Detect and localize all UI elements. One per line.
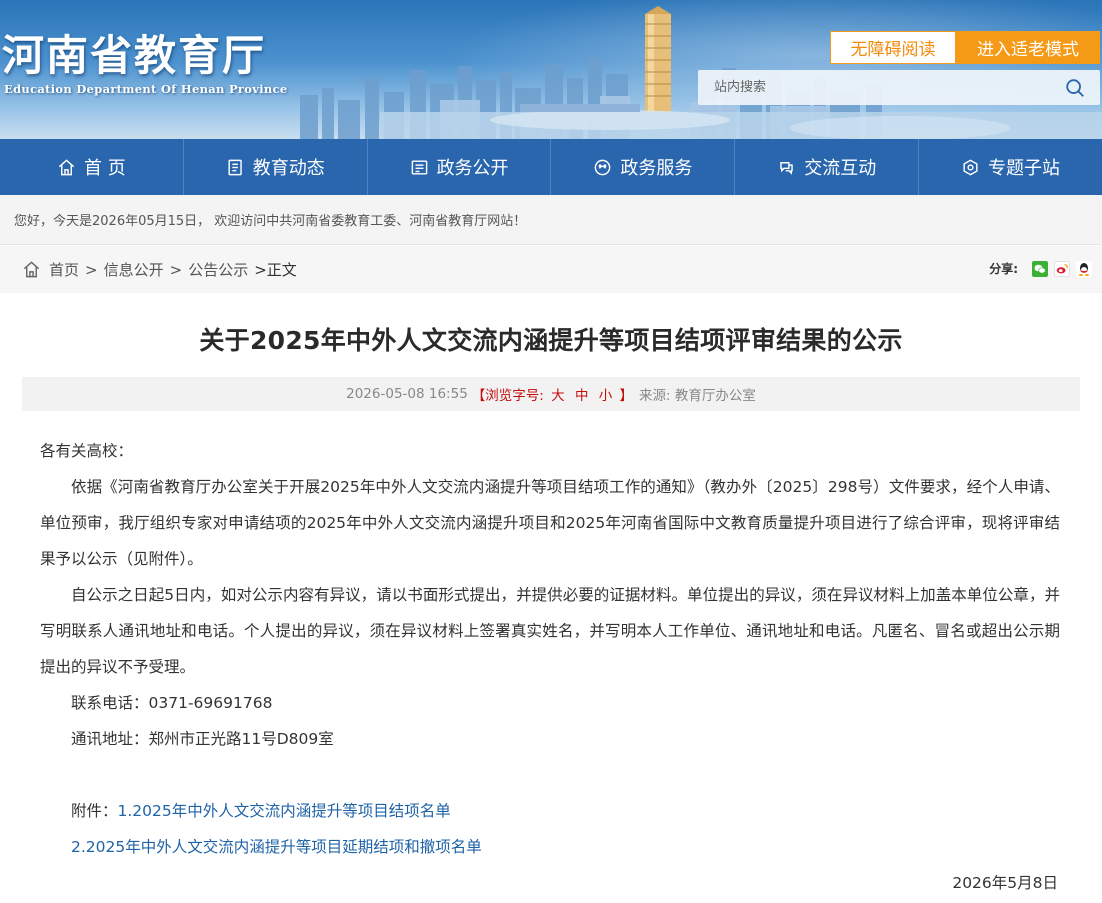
body-paragraph: 自公示之日起5日内，如对公示内容有异议，请以书面形式提出，并提供必要的证据材料。… <box>40 586 1060 676</box>
article-date: 2026-05-08 16:55 <box>346 386 468 402</box>
share-bar: 分享: <box>989 260 1092 277</box>
breadcrumb-current: >正文 <box>254 261 297 279</box>
font-size-suffix: 】 <box>619 388 634 404</box>
home-icon <box>58 158 75 175</box>
home-icon <box>23 261 40 278</box>
breadcrumb-info-open-link[interactable]: 信息公开 <box>104 259 164 280</box>
salutation: 各有关高校： <box>40 442 134 460</box>
search-icon[interactable] <box>1064 77 1086 99</box>
document-icon <box>411 159 427 175</box>
breadcrumb-separator: > <box>169 260 183 279</box>
nav-item-label: 政务公开 <box>436 158 509 179</box>
font-size-medium-button[interactable]: 中 <box>575 388 589 404</box>
nav-item-label: 专题子站 <box>988 158 1061 179</box>
nav-item-label: 教育动态 <box>252 158 325 179</box>
contact-address: 通讯地址：郑州市正光路11号D809室 <box>71 730 334 748</box>
nav-item-label: 交流互动 <box>804 158 877 179</box>
main-nav: 首 页 教育动态 政务公开 政务服务 交流互动 专题子站 <box>0 139 1102 195</box>
welcome-message: 您好，今天是2026年05月15日， 欢迎访问中共河南省委教育工委、河南省教育厅… <box>0 195 1102 245</box>
nav-item-news[interactable]: 教育动态 <box>184 139 368 195</box>
nav-item-home[interactable]: 首 页 <box>0 139 184 195</box>
breadcrumb-home-link[interactable]: 首页 <box>49 259 79 280</box>
nav-item-label: 政务服务 <box>620 158 693 179</box>
site-logo-title: 河南省教育厅 <box>2 31 267 80</box>
nav-item-gov-service[interactable]: 政务服务 <box>551 139 736 195</box>
chat-icon <box>780 161 793 175</box>
breadcrumb-notice-link[interactable]: 公告公示 <box>188 259 248 280</box>
accessibility-reading-button[interactable]: 无障碍阅读 <box>830 31 956 64</box>
attachment-link-2[interactable]: 2.2025年中外人文交流内涵提升等项目延期结项和撤项名单 <box>71 838 482 856</box>
nav-item-topics[interactable]: 专题子站 <box>919 139 1102 195</box>
attachment-link-1[interactable]: 1.2025年中外人文交流内涵提升等项目结项名单 <box>118 802 451 820</box>
body-paragraph: 依据《河南省教育厅办公室关于开展2025年中外人文交流内涵提升等项目结项工作的通… <box>40 478 1060 568</box>
sign-date: 2026年5月8日 <box>952 874 1058 892</box>
article-meta: 2026-05-08 16:55 【浏览字号: 大 中 小 】 来源: 教育厅办… <box>22 377 1080 411</box>
weibo-icon[interactable] <box>1054 260 1070 277</box>
font-size-large-button[interactable]: 大 <box>551 388 565 404</box>
breadcrumb-separator: > <box>85 260 98 279</box>
elder-mode-button[interactable]: 进入适老模式 <box>956 31 1100 64</box>
article-source: 来源: 教育厅办公室 <box>639 388 756 404</box>
search-input[interactable] <box>698 70 1058 105</box>
news-icon <box>228 159 242 175</box>
header-banner: 河南省教育厅 Education Department Of Henan Pro… <box>0 0 1102 139</box>
attachment-line: 2.2025年中外人文交流内涵提升等项目延期结项和撤项名单 <box>40 829 1060 865</box>
topic-icon <box>963 159 978 175</box>
attachment-label: 附件： <box>71 802 118 820</box>
nav-item-gov-open[interactable]: 政务公开 <box>368 139 552 195</box>
breadcrumb: 首页 > 信息公开 > 公告公示 >正文 <box>49 259 297 280</box>
article-body: 各有关高校： 依据《河南省教育厅办公室关于开展2025年中外人文交流内涵提升等项… <box>0 411 1102 901</box>
font-size-small-button[interactable]: 小 <box>599 388 613 404</box>
nav-item-label: 首 页 <box>84 158 126 179</box>
share-label: 分享: <box>989 262 1018 276</box>
font-size-prefix: 【浏览字号: <box>471 388 544 404</box>
site-logo-subtitle: Education Department Of Henan Province <box>4 82 288 96</box>
site-search-box <box>698 70 1100 105</box>
font-size-controls: 【浏览字号: 大 中 小 】 <box>472 384 633 404</box>
breadcrumb-bar: 首页 > 信息公开 > 公告公示 >正文 分享: <box>0 245 1102 293</box>
contact-phone: 联系电话：0371-69691768 <box>71 694 273 712</box>
qq-icon[interactable] <box>1076 260 1092 277</box>
article-title: 关于2025年中外人文交流内涵提升等项目结项评审结果的公示 <box>199 326 903 355</box>
wechat-icon[interactable] <box>1032 260 1048 277</box>
attachment-line: 附件：1.2025年中外人文交流内涵提升等项目结项名单 <box>40 793 1060 829</box>
service-icon <box>595 159 611 175</box>
nav-item-interaction[interactable]: 交流互动 <box>735 139 920 195</box>
